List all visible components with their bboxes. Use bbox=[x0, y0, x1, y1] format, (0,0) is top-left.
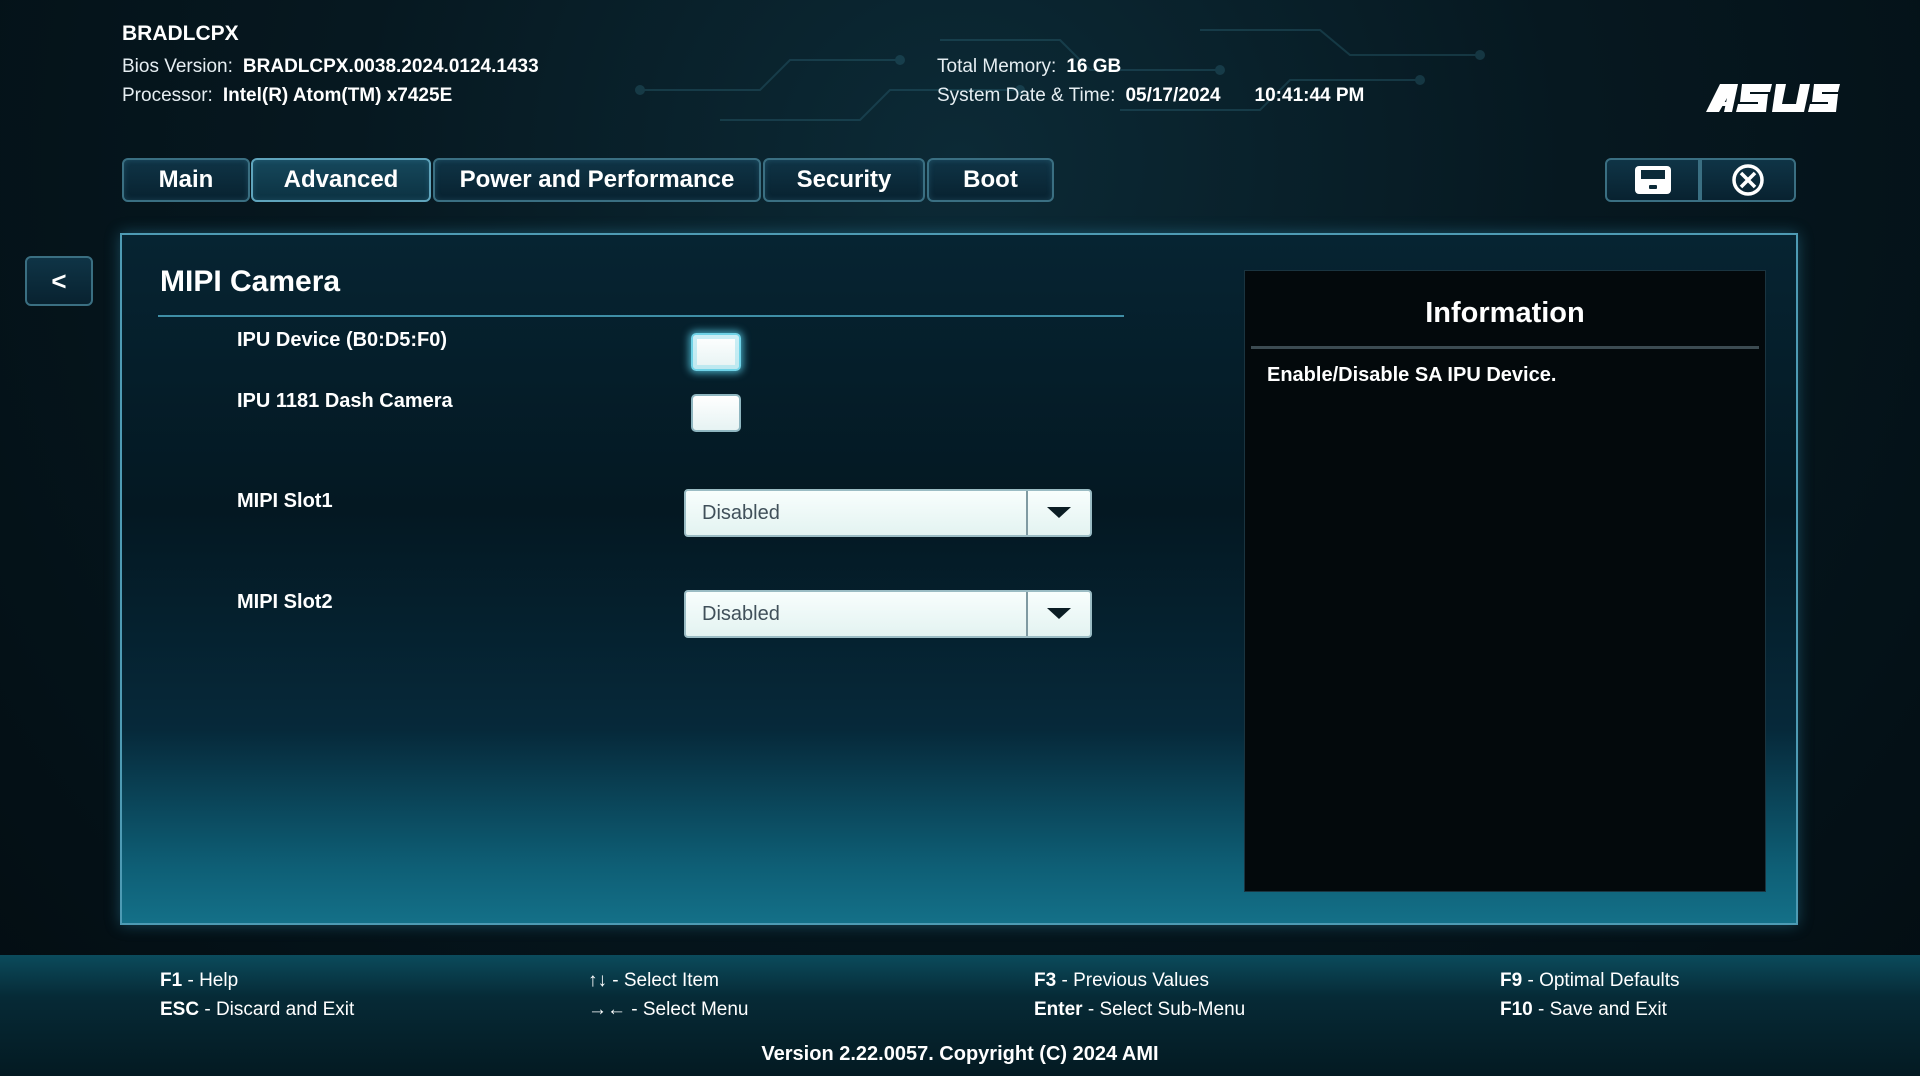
mipi-slot1-value: Disabled bbox=[702, 501, 780, 524]
bios-version-value: BRADLCPX.0038.2024.0124.1433 bbox=[242, 56, 539, 77]
help-f9-key: F9 bbox=[1500, 970, 1523, 991]
tab-security[interactable]: Security bbox=[763, 158, 925, 202]
processor-label: Processor: bbox=[122, 85, 213, 106]
help-select-item: ↑↓ - Select Item bbox=[588, 970, 719, 992]
help-esc: ESC - Discard and Exit bbox=[160, 999, 354, 1021]
exit-button[interactable] bbox=[1700, 158, 1796, 202]
help-updown-key: ↑↓ bbox=[588, 970, 607, 991]
help-leftright-key: →← bbox=[588, 999, 626, 1020]
chevron-down-icon bbox=[1047, 507, 1071, 518]
help-enter-key: Enter bbox=[1034, 999, 1083, 1020]
system-datetime: System Date & Time: 05/17/2024 10:41:44 PM bbox=[937, 85, 1364, 107]
help-f10-desc: - Save and Exit bbox=[1532, 999, 1667, 1020]
chevron-down-icon bbox=[1047, 608, 1071, 619]
ipu-device-checkbox[interactable] bbox=[691, 333, 741, 371]
processor-value: Intel(R) Atom(TM) x7425E bbox=[222, 85, 453, 106]
bios-version-label: Bios Version: bbox=[122, 56, 233, 77]
help-f9: F9 - Optimal Defaults bbox=[1500, 970, 1680, 992]
tab-boot-label: Boot bbox=[963, 166, 1018, 193]
help-f3-desc: - Previous Values bbox=[1056, 970, 1209, 991]
help-leftright-desc: - Select Menu bbox=[626, 999, 749, 1020]
help-f1-key: F1 bbox=[160, 970, 183, 991]
tab-power-label: Power and Performance bbox=[459, 166, 735, 193]
page-title: MIPI Camera bbox=[160, 265, 341, 298]
time-value: 10:41:44 PM bbox=[1254, 85, 1365, 106]
help-f1-desc: - Help bbox=[182, 970, 239, 991]
help-f9-desc: - Optimal Defaults bbox=[1522, 970, 1680, 991]
tab-boot[interactable]: Boot bbox=[927, 158, 1054, 202]
date-value: 05/17/2024 bbox=[1125, 85, 1221, 106]
help-f1: F1 - Help bbox=[160, 970, 238, 992]
help-enter: Enter - Select Sub-Menu bbox=[1034, 999, 1245, 1021]
tab-advanced[interactable]: Advanced bbox=[251, 158, 431, 202]
tab-main[interactable]: Main bbox=[122, 158, 250, 202]
memory-value: 16 GB bbox=[1066, 56, 1122, 77]
help-updown-desc: - Select Item bbox=[607, 970, 719, 991]
title-divider bbox=[158, 315, 1124, 317]
asus-logo bbox=[1706, 84, 1840, 112]
bios-version: Bios Version: BRADLCPX.0038.2024.0124.143… bbox=[122, 56, 539, 78]
help-select-menu: →← - Select Menu bbox=[588, 999, 749, 1021]
help-esc-desc: - Discard and Exit bbox=[199, 999, 355, 1020]
tab-power-and-performance[interactable]: Power and Performance bbox=[433, 158, 761, 202]
tab-advanced-label: Advanced bbox=[283, 166, 399, 193]
help-f3: F3 - Previous Values bbox=[1034, 970, 1209, 992]
save-icon bbox=[1634, 166, 1671, 194]
memory-label: Total Memory: bbox=[937, 56, 1057, 77]
mipi-slot2-dropdown-button[interactable] bbox=[1026, 592, 1090, 636]
memory-info: Total Memory: 16 GB bbox=[937, 56, 1121, 78]
close-circle-icon bbox=[1732, 164, 1764, 196]
information-panel: Information Enable/Disable SA IPU Device… bbox=[1244, 270, 1766, 892]
help-enter-desc: - Select Sub-Menu bbox=[1082, 999, 1246, 1020]
mipi-slot2-label: MIPI Slot2 bbox=[237, 591, 333, 613]
datetime-label: System Date & Time: bbox=[937, 85, 1116, 106]
help-f3-key: F3 bbox=[1034, 970, 1057, 991]
ipu-dash-camera-label: IPU 1181 Dash Camera bbox=[237, 390, 453, 412]
mipi-slot1-select[interactable]: Disabled bbox=[684, 489, 1092, 537]
processor-info: Processor: Intel(R) Atom(TM) x7425E bbox=[122, 85, 452, 107]
mipi-slot2-select[interactable]: Disabled bbox=[684, 590, 1092, 638]
information-text: Enable/Disable SA IPU Device. bbox=[1267, 364, 1557, 386]
tab-main-label: Main bbox=[158, 166, 214, 193]
information-divider bbox=[1251, 346, 1759, 349]
save-button[interactable] bbox=[1605, 158, 1700, 202]
back-button[interactable]: < bbox=[25, 256, 93, 306]
mipi-slot1-label: MIPI Slot1 bbox=[237, 490, 333, 512]
ipu-device-label: IPU Device (B0:D5:F0) bbox=[237, 329, 448, 351]
mipi-slot2-value: Disabled bbox=[702, 602, 780, 625]
copyright-text: Version 2.22.0057. Copyright (C) 2024 AM… bbox=[761, 1043, 1159, 1065]
help-esc-key: ESC bbox=[160, 999, 200, 1020]
tab-security-label: Security bbox=[796, 166, 892, 193]
information-title: Information bbox=[1425, 297, 1585, 329]
help-f10-key: F10 bbox=[1500, 999, 1533, 1020]
mipi-slot1-dropdown-button[interactable] bbox=[1026, 491, 1090, 535]
help-f10: F10 - Save and Exit bbox=[1500, 999, 1667, 1021]
ipu-dash-camera-checkbox[interactable] bbox=[691, 394, 741, 432]
product-name: BRADLCPX bbox=[122, 22, 239, 45]
